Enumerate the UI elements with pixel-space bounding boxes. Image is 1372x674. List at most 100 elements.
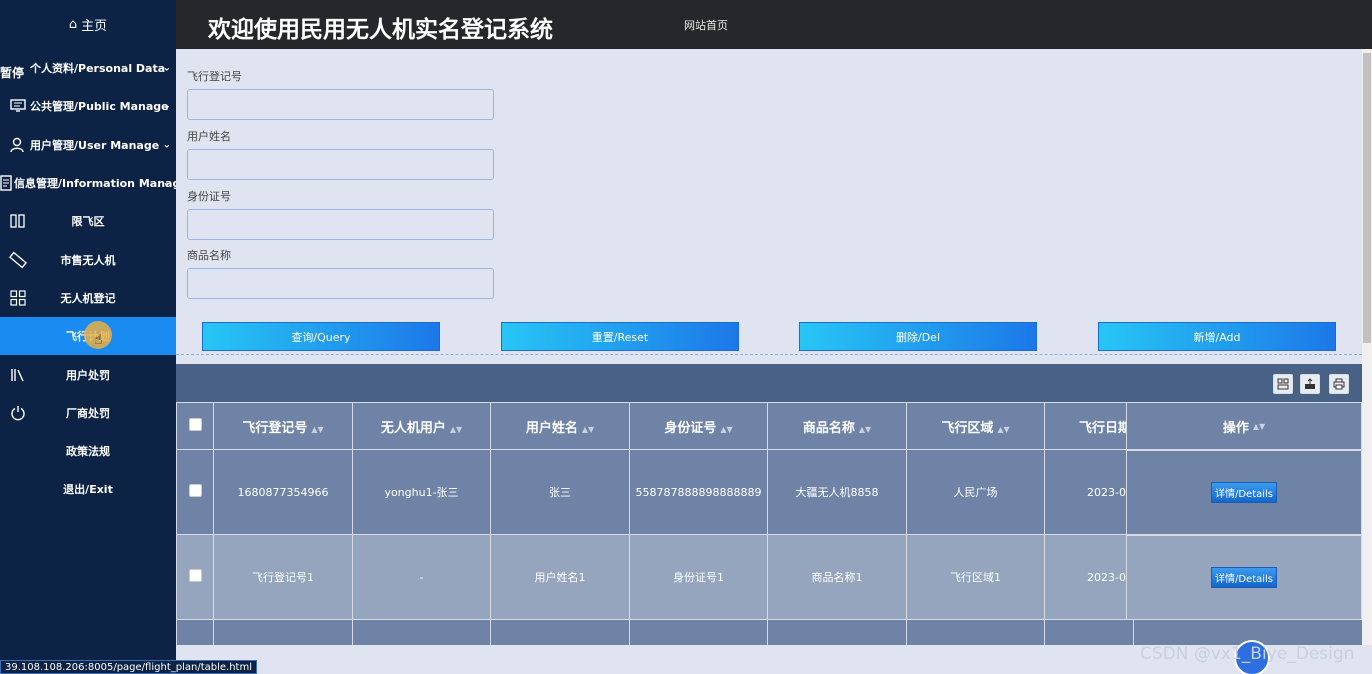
document-icon xyxy=(0,175,12,191)
scrollbar-thumb[interactable] xyxy=(1363,53,1371,343)
row-checkbox[interactable] xyxy=(188,484,202,497)
table-row: 飞行登记号1 - 用户姓名1 身份证号1 商品名称1 飞行区域1 2023-04 xyxy=(176,534,1134,620)
sidebar-item-policies[interactable]: 政策法规 xyxy=(0,432,176,470)
column-header[interactable]: 飞行区域 ▲▼ xyxy=(906,402,1045,450)
column-header[interactable]: 商品名称 ▲▼ xyxy=(767,402,907,450)
user-name-label: 用户姓名 xyxy=(187,130,231,143)
operations-column: 操作 ▲▼ 详情/Details 详情/Details xyxy=(1126,402,1362,645)
product-name-label: 商品名称 xyxy=(187,249,231,262)
sidebar-item-label: 用户处罚 xyxy=(66,368,110,382)
table-cell: yonghu1-张三 xyxy=(352,449,491,535)
column-header[interactable]: 飞行登记号 ▲▼ xyxy=(213,402,353,450)
table-cell: 2023-04 xyxy=(1044,534,1134,620)
search-form: 飞行登记号 用户姓名 身份证号 商品名称 查询/Query 重置/Reset 删… xyxy=(176,49,1362,355)
sidebar-item-public-manage[interactable]: 公共管理/Public Manage ⌄ xyxy=(0,87,176,125)
sidebar-item-personal-data[interactable]: 个人资料/Personal Data ⌄ xyxy=(0,49,176,87)
column-header[interactable]: 用户姓名 ▲▼ xyxy=(490,402,630,450)
sidebar-item-label: 公共管理/Public Manage xyxy=(30,100,169,114)
flight-plan-table: 飞行登记号 ▲▼ 无人机用户 ▲▼ 用户姓名 ▲▼ 身份证号 ▲▼ 商品名称 ▲▼ 飞行区… xyxy=(176,402,1134,645)
page-scrollbar[interactable] xyxy=(1362,49,1372,645)
table-header-row: 飞行登记号 ▲▼ 无人机用户 ▲▼ 用户姓名 ▲▼ 身份证号 ▲▼ 商品名称 ▲▼ 飞行区… xyxy=(176,402,1134,450)
table-cell: 人民广场 xyxy=(906,449,1045,535)
column-header[interactable]: 飞行日期 xyxy=(1044,402,1134,450)
sidebar-item-vendor-penalty[interactable]: 厂商处罚 xyxy=(0,394,176,432)
print-icon[interactable] xyxy=(1329,374,1349,394)
sidebar-item-user-penalty[interactable]: 用户处罚 xyxy=(0,355,176,393)
site-home-link[interactable]: 网站首页 xyxy=(684,17,728,33)
column-header[interactable]: 身份证号 ▲▼ xyxy=(629,402,768,450)
table-cell: 2023-04 xyxy=(1044,449,1134,535)
flight-reg-no-input[interactable] xyxy=(187,89,494,120)
table-cell: 张三 xyxy=(490,449,630,535)
reset-button[interactable]: 重置/Reset xyxy=(501,322,739,351)
sidebar-item-label: 厂商处罚 xyxy=(66,406,110,420)
delete-button[interactable]: 删除/Del xyxy=(799,322,1037,351)
add-button[interactable]: 新增/Add xyxy=(1098,322,1336,351)
status-url: 39.108.108.206:8005/page/flight_plan/tab… xyxy=(0,660,257,674)
data-table-panel: 飞行登记号 ▲▼ 无人机用户 ▲▼ 用户姓名 ▲▼ 身份证号 ▲▼ 商品名称 ▲▼ 飞行区… xyxy=(176,364,1362,645)
sort-icon: ▲▼ xyxy=(311,424,324,434)
sidebar-item-user-manage[interactable]: 用户管理/User Manage ⌄ xyxy=(0,126,176,164)
row-checkbox[interactable] xyxy=(188,569,202,582)
table-cell: 1680877354966 xyxy=(213,449,353,535)
sidebar-item-label: 个人资料/Personal Data xyxy=(30,62,166,76)
sidebar-item-label: 市售无人机 xyxy=(60,253,116,267)
table-cell: - xyxy=(352,534,491,620)
monitor-icon xyxy=(8,99,28,113)
sort-icon: ▲▼ xyxy=(858,424,872,434)
home-icon: ⌂ xyxy=(68,17,78,32)
sidebar-item-label: 退出/Exit xyxy=(63,483,113,497)
column-header[interactable]: 无人机用户 ▲▼ xyxy=(352,402,491,450)
operations-cell: 详情/Details xyxy=(1126,535,1362,620)
chevron-down-icon: ⌄ xyxy=(162,62,171,74)
sidebar-item-drones-for-sale[interactable]: 市售无人机 xyxy=(0,240,176,278)
select-all-cell xyxy=(176,402,214,450)
watermark: CSDN @vx1_Biye_Design xyxy=(1140,644,1355,664)
export-icon[interactable] xyxy=(1300,374,1320,394)
hand-cursor-icon: ☝ xyxy=(94,332,103,348)
id-number-label: 身份证号 xyxy=(187,190,231,203)
user-icon xyxy=(8,137,28,153)
sort-icon: ▲▼ xyxy=(1252,421,1266,431)
table-cell: 飞行区域1 xyxy=(906,534,1045,620)
table-cell: 大疆无人机8858 xyxy=(767,449,907,535)
table-cell: 用户姓名1 xyxy=(490,534,630,620)
operations-cell: 详情/Details xyxy=(1126,450,1362,535)
sidebar-item-drone-registration[interactable]: 无人机登记 xyxy=(0,279,176,317)
sidebar-item-label: 限飞区 xyxy=(71,215,105,229)
details-button[interactable]: 详情/Details xyxy=(1211,567,1277,588)
table-toolbar xyxy=(176,364,1362,402)
sidebar-item-information-manage[interactable]: 信息管理/Information Manage ⌄ xyxy=(0,164,188,202)
details-button[interactable]: 详情/Details xyxy=(1211,482,1277,503)
chevron-down-icon: ⌄ xyxy=(162,177,171,189)
page-title: 欢迎使用民用无人机实名登记系统 xyxy=(208,17,553,43)
sort-icon: ▲▼ xyxy=(449,424,463,434)
columns-icon[interactable] xyxy=(1273,374,1293,394)
chevron-down-icon: ⌄ xyxy=(162,139,171,151)
table-cell: 飞行登记号1 xyxy=(213,534,353,620)
product-name-input[interactable] xyxy=(187,268,494,299)
select-all-checkbox[interactable] xyxy=(188,417,202,431)
sort-icon: ▲▼ xyxy=(997,424,1010,434)
table-cell: 558787888898888889 xyxy=(629,449,768,535)
column-header[interactable]: 操作 ▲▼ xyxy=(1126,402,1362,450)
sidebar-item-exit[interactable]: 退出/Exit xyxy=(0,470,176,508)
flight-reg-no-label: 飞行登记号 xyxy=(187,70,242,83)
table-cell: 商品名称1 xyxy=(767,534,907,620)
pause-badge[interactable]: 暂停 xyxy=(0,64,25,81)
id-number-input[interactable] xyxy=(187,209,494,240)
header: 欢迎使用民用无人机实名登记系统 网站首页 xyxy=(176,0,1372,49)
sidebar-home[interactable]: ⌂ 主页 xyxy=(0,0,176,49)
table-row xyxy=(176,619,1134,645)
sidebar-home-label: 主页 xyxy=(81,19,108,34)
sidebar-item-no-fly-zone[interactable]: 限飞区 xyxy=(0,202,176,240)
sort-icon: ▲▼ xyxy=(720,424,733,434)
sidebar-item-label: 政策法规 xyxy=(66,445,110,459)
chevron-down-icon: ⌄ xyxy=(162,100,171,112)
sidebar-item-label: 无人机登记 xyxy=(60,291,116,305)
query-button[interactable]: 查询/Query xyxy=(202,322,440,351)
sidebar-item-label: 用户管理/User Manage xyxy=(30,138,160,152)
table-row: 1680877354966 yonghu1-张三 张三 558787888898… xyxy=(176,449,1134,535)
table-cell: 身份证号1 xyxy=(629,534,768,620)
user-name-input[interactable] xyxy=(187,149,494,180)
